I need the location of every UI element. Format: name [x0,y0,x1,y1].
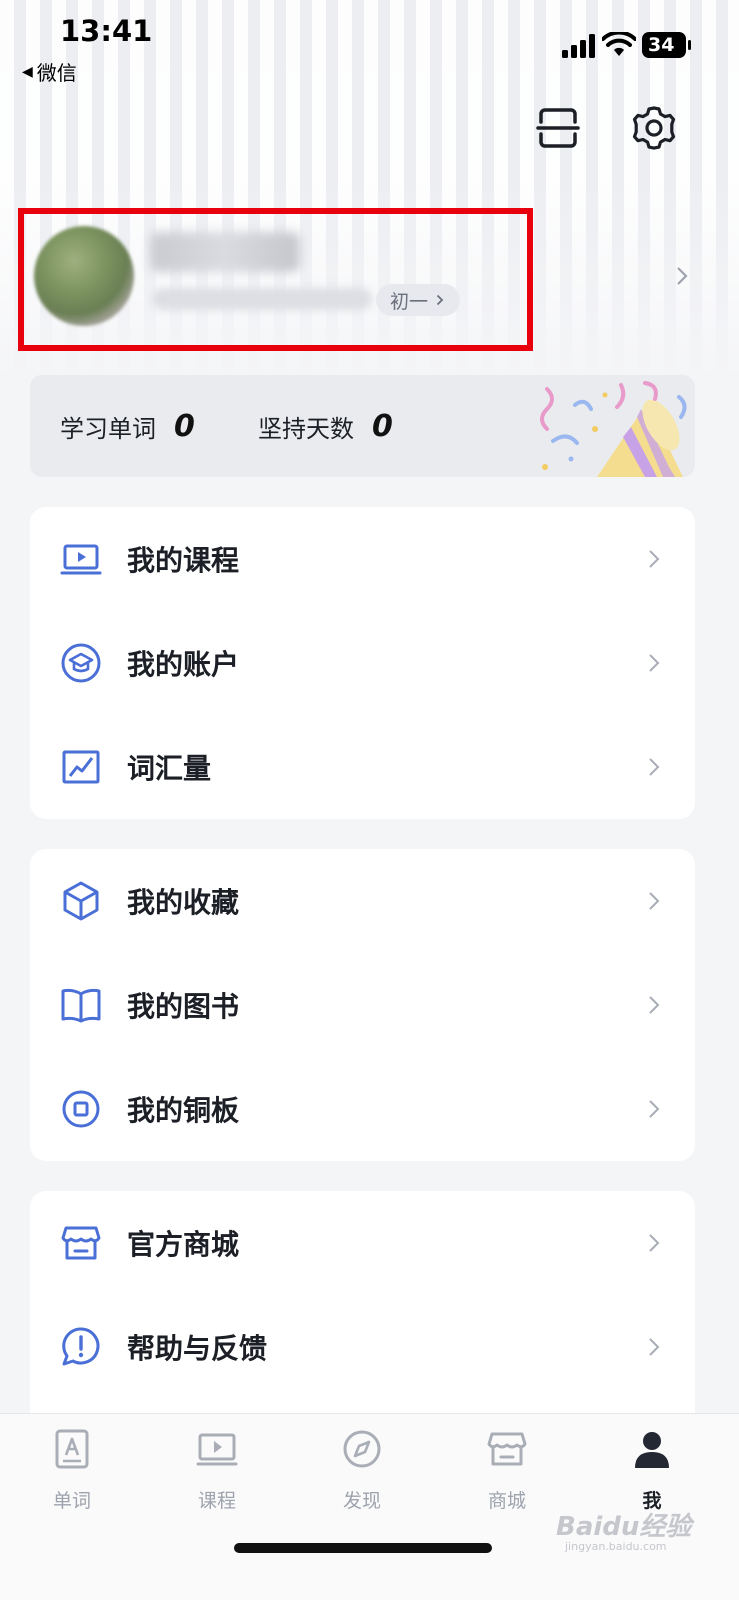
menu-label: 我的账户 [127,648,240,681]
video-course-icon [60,544,102,575]
tab-label: 课程 [197,1490,236,1512]
chevron-right-icon [649,996,660,1014]
back-app-label: 微信 [36,61,77,85]
chevron-right-icon [649,758,660,776]
user-id-blurred [152,288,372,310]
grade-tag-label: 初一 [390,290,429,313]
menu-item-help-feedback[interactable]: 帮助与反馈 [30,1295,695,1399]
video-course-icon [196,1433,238,1466]
book-icon [61,988,101,1023]
menu-card-learning: 我的课程 我的账户 词汇量 [30,507,695,819]
tab-label: 发现 [342,1490,381,1512]
streak-days-stat: 坚持天数 0 [258,375,393,477]
graduation-cap-icon [61,643,101,683]
coin-icon [62,1090,100,1128]
tab-label: 商城 [487,1490,526,1512]
home-indicator[interactable] [234,1543,492,1553]
tab-discover[interactable]: 发现 [312,1414,412,1524]
streak-days-value: 0 [372,408,393,444]
watermark-url: jingyan.baidu.com [565,1540,667,1553]
word-card-icon [55,1429,89,1469]
compass-icon [343,1430,381,1468]
learning-stats-panel: 学习单词 0 坚持天数 0 [30,375,695,477]
tab-words[interactable]: 单词 [22,1414,122,1524]
menu-label: 我的图书 [127,990,240,1023]
grade-tag[interactable]: 初一 [376,284,461,316]
party-popper-icon [540,381,687,477]
chevron-right-icon [649,1234,660,1252]
scan-icon[interactable] [536,106,580,150]
battery-level: 34 [648,34,675,56]
menu-card-collections: 我的收藏 我的图书 我的铜板 [30,849,695,1161]
menu-item-my-favorites[interactable]: 我的收藏 [30,849,695,953]
status-time: 13:41 [60,14,153,48]
words-learned-label: 学习单词 [60,414,156,443]
menu-item-my-books[interactable]: 我的图书 [30,953,695,1057]
username-blurred [150,232,300,272]
chevron-right-icon [649,1100,660,1118]
menu-label: 官方商城 [127,1228,240,1261]
menu-label: 我的收藏 [127,886,240,919]
profile-chevron-right-icon[interactable] [675,264,689,288]
menu-item-official-store[interactable]: 官方商城 [30,1191,695,1295]
chevron-right-icon [649,550,660,568]
words-learned-stat: 学习单词 0 [60,375,195,477]
gear-icon[interactable] [630,104,678,152]
menu-item-vocabulary[interactable]: 词汇量 [30,715,695,819]
tab-store[interactable]: 商城 [457,1414,557,1524]
tab-label: 单词 [52,1490,91,1512]
line-chart-icon [62,750,100,784]
tab-courses[interactable]: 课程 [167,1414,267,1524]
cube-icon [63,881,99,921]
chevron-right-icon [649,892,660,910]
watermark-text: Baidu经验 [556,1512,692,1542]
menu-item-my-account[interactable]: 我的账户 [30,611,695,715]
cellular-signal-icon [562,34,595,58]
menu-label: 帮助与反馈 [127,1332,268,1365]
help-feedback-icon [62,1327,100,1366]
store-icon [487,1432,527,1466]
back-to-wechat[interactable]: ◀ 微信 [22,57,77,86]
avatar[interactable] [34,226,134,326]
person-icon [635,1432,669,1468]
menu-label: 词汇量 [127,752,212,785]
menu-card-service: 官方商城 帮助与反馈 [30,1191,695,1431]
menu-label: 我的铜板 [127,1094,240,1127]
wifi-icon [602,32,636,56]
store-icon [61,1226,101,1260]
menu-item-my-courses[interactable]: 我的课程 [30,507,695,611]
battery-indicator: 34 [642,32,692,58]
words-learned-value: 0 [174,408,195,444]
back-triangle-icon: ◀ [22,63,33,80]
streak-days-label: 坚持天数 [258,414,354,443]
chevron-right-icon [649,1338,660,1356]
chevron-right-icon [436,294,444,306]
menu-label: 我的课程 [127,544,240,577]
menu-item-my-coins[interactable]: 我的铜板 [30,1057,695,1161]
chevron-right-icon [649,654,660,672]
